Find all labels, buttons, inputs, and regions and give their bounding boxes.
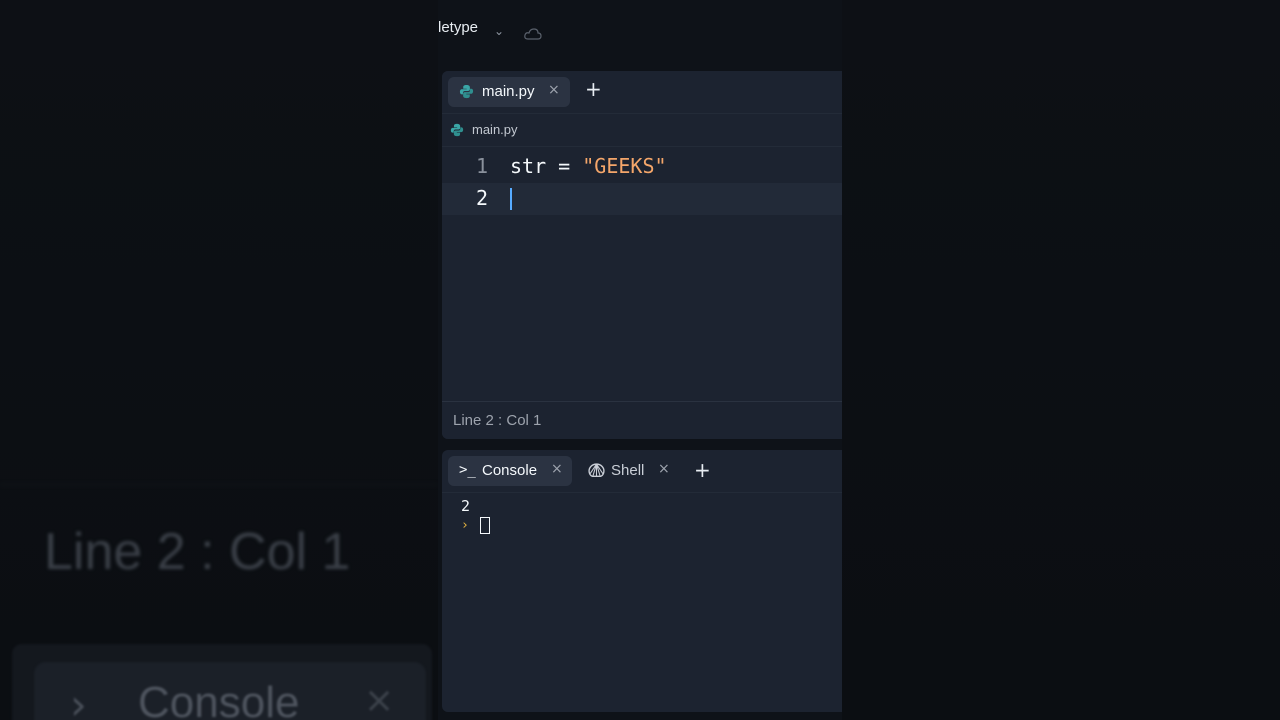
console-output[interactable]: 2 › (442, 493, 842, 712)
line-number: 1 (475, 154, 488, 178)
chevron-down-icon[interactable]: ⌄ (494, 24, 504, 38)
tab-shell[interactable]: Shell × (582, 456, 678, 486)
shell-icon (588, 463, 605, 478)
add-tab-button[interactable]: + (585, 79, 602, 99)
top-bar: letype ⌄ (438, 0, 842, 68)
editor-tab-bar: main.py × + (442, 71, 842, 114)
backdrop-console-tab: › Console × (34, 662, 426, 720)
code-text: str = "GEEKS" (510, 154, 667, 178)
code-line-active[interactable]: 2 (442, 183, 842, 215)
terminal-icon: >_ (459, 462, 476, 478)
line-number: 2 (475, 186, 488, 210)
add-tab-button[interactable]: + (694, 460, 711, 480)
code-editor[interactable]: 1 str = "GEEKS" 2 (442, 147, 842, 401)
blurred-backdrop-left: Line 2 : Col 1 › Console × (0, 0, 438, 720)
close-icon[interactable]: × (658, 461, 670, 477)
tab-label: Console (482, 462, 538, 479)
backdrop-console-label: Console (138, 678, 300, 720)
console-panel: >_ Console × Shell × + 2 › (442, 450, 842, 712)
tab-main-py[interactable]: main.py × (448, 77, 570, 107)
blurred-backdrop-right (842, 0, 1280, 720)
token-identifier: str (510, 154, 547, 178)
breadcrumb-file[interactable]: main.py (472, 122, 518, 137)
console-cursor (480, 517, 490, 534)
close-icon[interactable]: × (548, 82, 560, 98)
text-cursor (510, 188, 512, 210)
close-icon[interactable]: × (551, 461, 563, 477)
replit-app: letype ⌄ main.py × + main.py 1 str = "GE… (438, 0, 842, 720)
token-operator: = (546, 154, 583, 178)
backdrop-status-echo: Line 2 : Col 1 (44, 523, 351, 581)
backdrop-divider (0, 484, 438, 485)
cloud-icon (524, 28, 542, 40)
python-icon (450, 123, 464, 137)
python-icon (459, 84, 474, 99)
breadcrumb: main.py (442, 114, 842, 147)
tab-console[interactable]: >_ Console × (448, 456, 572, 486)
token-string: "GEEKS" (582, 154, 667, 178)
tab-label: main.py (482, 83, 535, 100)
editor-panel: main.py × + main.py 1 str = "GEEKS" 2 Li… (442, 71, 842, 439)
cursor-position: Line 2 : Col 1 (453, 412, 542, 429)
tab-label: Shell (611, 462, 645, 479)
editor-status-bar: Line 2 : Col 1 (442, 401, 842, 439)
backdrop-chevron-icon: › (70, 680, 87, 720)
console-tab-bar: >_ Console × Shell × + (442, 450, 842, 493)
console-output-line: 2 (461, 497, 471, 515)
repl-name[interactable]: letype (438, 19, 478, 36)
code-line[interactable]: 1 str = "GEEKS" (442, 151, 842, 183)
backdrop-close-icon: × (364, 680, 395, 720)
prompt-chevron-icon: › (461, 518, 469, 533)
